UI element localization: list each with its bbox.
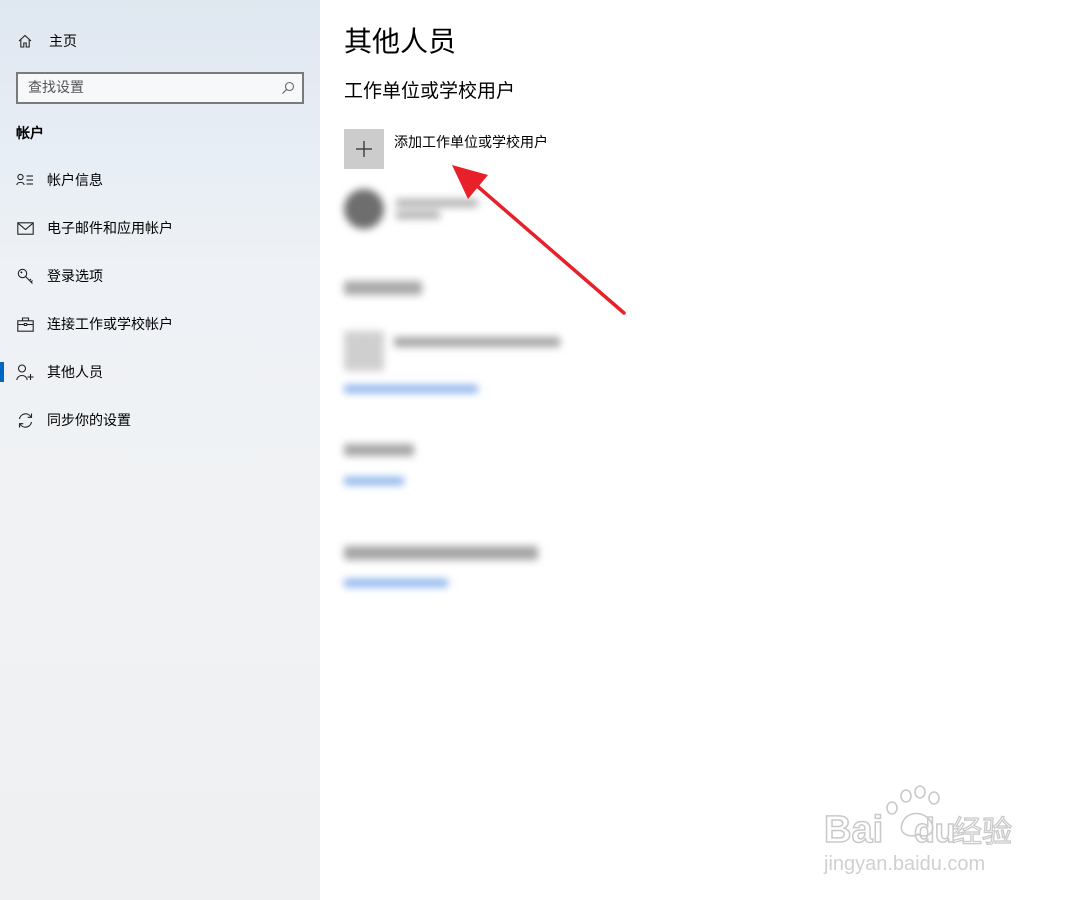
sidebar-item-sync-settings[interactable]: 同步你的设置: [0, 396, 320, 444]
sidebar-item-account-info[interactable]: 帐户信息: [0, 156, 320, 204]
sidebar-item-label: 电子邮件和应用帐户: [47, 221, 173, 237]
blurred-link: [344, 579, 448, 587]
sidebar-nav: 帐户信息 电子邮件和应用帐户 登录选项 连接工作或学校帐户 其他人员 同步你的设…: [0, 156, 320, 444]
blurred-link: [344, 385, 478, 393]
section-subtitle: 工作单位或学校用户: [344, 80, 516, 102]
sidebar-item-label: 帐户信息: [47, 173, 103, 189]
blurred-section-heading: [344, 444, 414, 456]
watermark-brand: Bai: [824, 809, 883, 851]
blurred-section-heading: [344, 281, 422, 295]
baidu-jingyan-watermark-icon: Bai du 经验 jingyan.baidu.com: [823, 785, 1013, 875]
sidebar-item-sign-in-options[interactable]: 登录选项: [0, 252, 320, 300]
search-icon[interactable]: [274, 81, 302, 95]
section-title-accounts: 帐户: [16, 126, 44, 142]
home-nav-item[interactable]: 主页: [16, 29, 77, 53]
mail-icon: [16, 219, 34, 237]
sidebar-item-work-school-access[interactable]: 连接工作或学校帐户: [0, 300, 320, 348]
search-box[interactable]: [16, 72, 304, 104]
sidebar-item-email-app-accounts[interactable]: 电子邮件和应用帐户: [0, 204, 320, 252]
blurred-add-tile: [344, 331, 384, 371]
sidebar-item-label: 连接工作或学校帐户: [47, 317, 173, 333]
watermark-url: jingyan.baidu.com: [823, 853, 985, 875]
annotation-arrow-icon: [452, 165, 626, 315]
person-add-icon: [16, 363, 34, 381]
key-icon: [16, 267, 34, 285]
blurred-link: [344, 477, 404, 485]
home-icon: [16, 32, 34, 50]
sidebar-item-label: 同步你的设置: [47, 413, 131, 429]
avatar: [344, 189, 384, 229]
plus-icon: [356, 141, 372, 157]
sync-icon: [16, 411, 34, 429]
blurred-section-heading: [344, 546, 538, 560]
settings-sidebar: 主页 帐户 帐户信息 电子邮件和应用帐户 登录选项: [0, 0, 320, 900]
sidebar-item-label: 其他人员: [47, 365, 103, 381]
blurred-add-label: [394, 337, 560, 347]
watermark-brand2: du: [914, 812, 956, 850]
search-input[interactable]: [18, 74, 274, 102]
briefcase-icon: [16, 315, 34, 333]
home-label: 主页: [49, 34, 77, 50]
page-title: 其他人员: [344, 25, 457, 58]
watermark-brand-cn: 经验: [952, 815, 1012, 850]
sidebar-item-other-people[interactable]: 其他人员: [0, 348, 320, 396]
main-content: 其他人员 工作单位或学校用户 添加工作单位或学校用户: [320, 0, 1074, 900]
add-work-school-user-label: 添加工作单位或学校用户: [394, 135, 548, 151]
account-info-icon: [16, 171, 34, 189]
add-tile[interactable]: [344, 129, 384, 169]
sidebar-item-label: 登录选项: [47, 269, 103, 285]
